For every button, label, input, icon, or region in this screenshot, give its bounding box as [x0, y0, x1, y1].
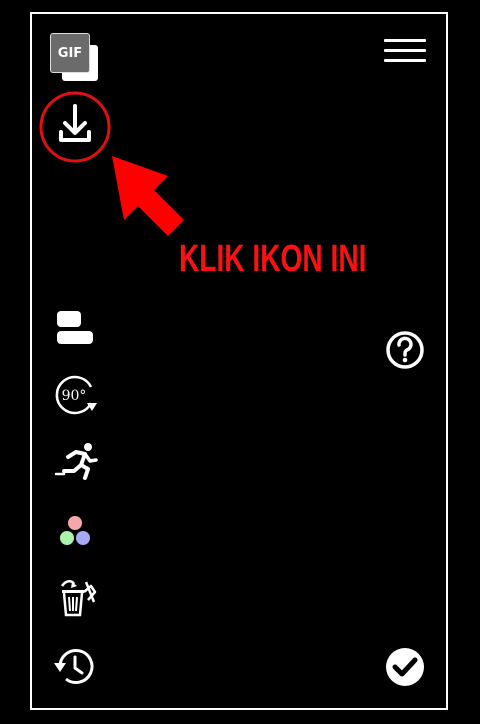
checkmark-icon[interactable]: [385, 647, 425, 687]
menu-line: [384, 59, 426, 62]
color-circles-icon[interactable]: [58, 514, 92, 548]
download-icon: [39, 91, 111, 163]
help-icon[interactable]: [385, 330, 425, 370]
arrow-pointer-icon: [108, 154, 188, 240]
gif-icon[interactable]: GIF: [50, 33, 100, 83]
running-person-icon[interactable]: [54, 441, 98, 481]
trash-icon[interactable]: [58, 578, 98, 618]
download-button[interactable]: [38, 90, 112, 164]
gif-badge-label: GIF: [50, 33, 90, 73]
rotate-label: 90°: [62, 388, 87, 404]
menu-line: [384, 39, 426, 42]
history-icon[interactable]: [52, 646, 96, 688]
hamburger-menu-icon[interactable]: [382, 36, 428, 66]
rotate-90-icon[interactable]: 90°: [53, 373, 99, 417]
annotation-label: KLIK IKON INI: [179, 240, 432, 278]
annotation-text: KLIK IKON INI: [179, 238, 367, 280]
menu-line: [384, 49, 426, 52]
layout-blocks-icon[interactable]: [54, 309, 96, 347]
